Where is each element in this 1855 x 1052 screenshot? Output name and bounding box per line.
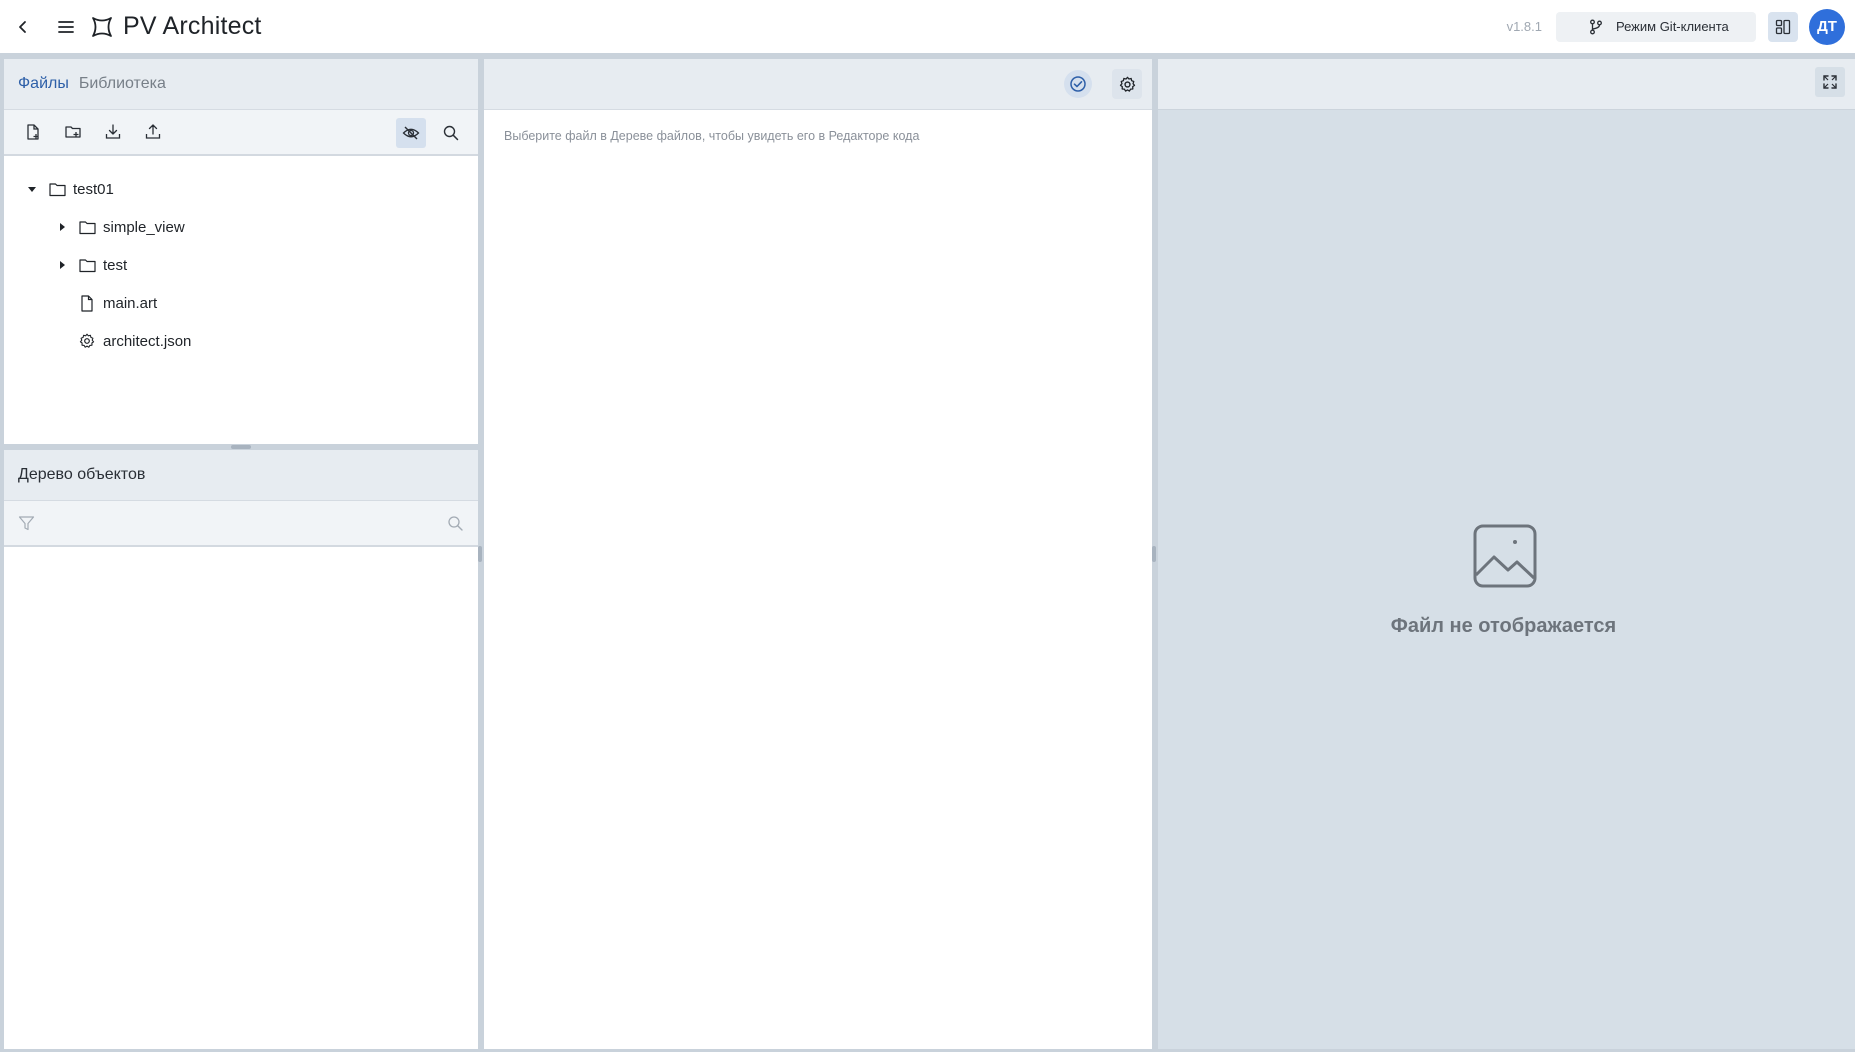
new-file-button[interactable] [18, 117, 48, 147]
files-panel: Файлы Библиотека test01 simple_view test… [4, 59, 478, 444]
filter-icon[interactable] [18, 515, 35, 537]
layout-toggle-button[interactable] [1768, 11, 1798, 42]
code-editor-header [484, 59, 1152, 110]
git-client-mode-button[interactable]: Режим Git-клиента [1556, 11, 1756, 42]
tree-item-main-art[interactable]: main.art [4, 284, 478, 322]
new-folder-icon [65, 126, 81, 138]
avatar[interactable]: ДТ [1809, 8, 1845, 45]
app-header: PV Architect v1.8.1 Режим Git-клиента ДТ [0, 0, 1855, 53]
gear-icon [1119, 76, 1135, 92]
new-file-icon [27, 124, 39, 140]
files-toolbar [4, 110, 478, 156]
caret-down-icon[interactable] [26, 183, 38, 195]
git-branch-icon [1590, 19, 1602, 34]
preview-panel: Файл не отображается [1158, 59, 1855, 1049]
git-client-mode-label: Режим Git-клиента [1616, 19, 1729, 34]
folder-icon [78, 218, 96, 236]
new-folder-button[interactable] [58, 117, 88, 147]
files-panel-tabs: Файлы Библиотека [4, 59, 478, 110]
file-icon [78, 294, 96, 312]
download-icon [105, 124, 121, 139]
app-version: v1.8.1 [1506, 19, 1542, 34]
file-tree: test01 simple_view test main.art archite… [4, 156, 478, 360]
tree-item-label: simple_view [103, 218, 185, 236]
check-circle-icon [1070, 76, 1086, 92]
caret-right-icon[interactable] [56, 221, 68, 233]
tree-item-label: architect.json [103, 332, 192, 350]
download-button[interactable] [98, 117, 128, 147]
object-tree-title: Дерево объектов [18, 466, 146, 483]
preview-header [1158, 59, 1855, 110]
upload-button[interactable] [138, 117, 168, 147]
folder-icon [78, 256, 96, 274]
image-placeholder-icon [1473, 524, 1537, 588]
object-tree-panel: Дерево объектов [4, 450, 478, 1049]
hide-hidden-files-button[interactable] [396, 118, 426, 148]
tree-item-architect-json[interactable]: architect.json [4, 322, 478, 360]
search-files-button[interactable] [436, 118, 466, 148]
vertical-resize-handle-left[interactable] [478, 546, 482, 562]
hamburger-menu-icon[interactable] [51, 12, 81, 42]
layout-icon [1775, 19, 1791, 34]
eye-off-icon [402, 126, 420, 140]
folder-icon [48, 180, 66, 198]
preview-empty-text: Файл не отображается [1390, 615, 1617, 637]
tree-item-test[interactable]: test [4, 246, 478, 284]
tree-item-simple-view[interactable]: simple_view [4, 208, 478, 246]
editor-settings-button[interactable] [1112, 69, 1142, 99]
vertical-resize-handle-right[interactable] [1152, 546, 1156, 562]
editor-empty-hint: Выберите файл в Дереве файлов, чтобы уви… [504, 129, 920, 143]
search-icon[interactable] [447, 515, 464, 537]
upload-icon [145, 124, 161, 139]
search-icon [443, 125, 459, 141]
back-icon[interactable] [8, 12, 38, 42]
horizontal-resize-handle[interactable] [231, 445, 251, 449]
tree-item-label: main.art [103, 294, 158, 312]
code-editor-panel: Выберите файл в Дереве файлов, чтобы уви… [484, 59, 1152, 1049]
app-title: PV Architect [123, 12, 262, 40]
caret-right-icon[interactable] [56, 259, 68, 271]
expand-icon [1823, 75, 1837, 89]
object-tree-header: Дерево объектов [4, 450, 478, 501]
app-logo-icon [89, 14, 115, 40]
gear-icon [78, 332, 96, 350]
object-tree-toolbar [4, 501, 478, 547]
tab-library[interactable]: Библиотека [79, 75, 166, 93]
validate-button[interactable] [1064, 70, 1092, 98]
fullscreen-button[interactable] [1815, 67, 1845, 97]
tree-item-test01[interactable]: test01 [4, 170, 478, 208]
tab-files[interactable]: Файлы [18, 75, 69, 93]
tree-item-label: test01 [73, 180, 114, 198]
tree-item-label: test [103, 256, 128, 274]
